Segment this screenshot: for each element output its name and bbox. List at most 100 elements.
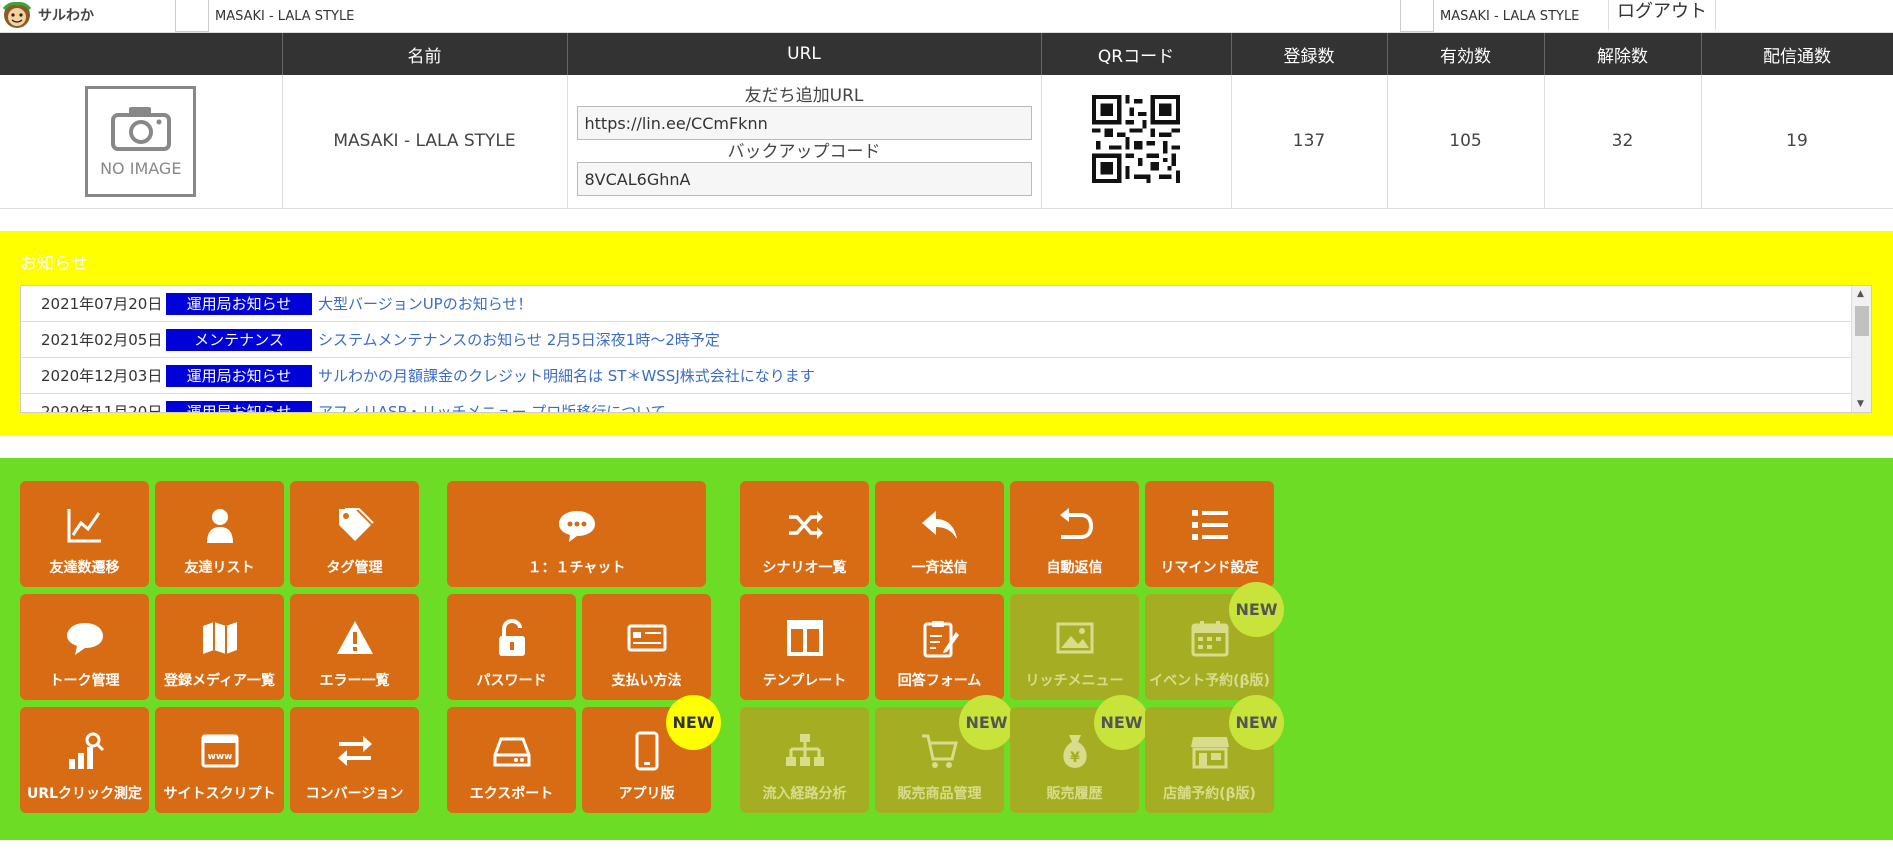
notice-link[interactable]: システムメンテナンスのお知らせ 2月5日深夜1時～2時予定	[318, 329, 720, 350]
camera-icon	[110, 106, 171, 151]
registered-count: 137	[1231, 75, 1388, 209]
tile-label: アプリ版	[618, 786, 675, 802]
auto-reply-button[interactable]: 自動返信	[1010, 481, 1139, 587]
tag-manage-button[interactable]: タグ管理	[290, 481, 419, 587]
return-arrow-icon	[1059, 508, 1093, 539]
list-icon	[1191, 510, 1228, 540]
tile-label: イベント予約(β版)	[1149, 673, 1270, 689]
tile-label: 一斉送信	[911, 560, 968, 576]
payment-method-button[interactable]: 支払い方法	[582, 594, 711, 700]
tile-label: 支払い方法	[611, 673, 682, 689]
scroll-up-icon[interactable]: ▲	[1857, 289, 1864, 299]
money-bag-icon: ¥	[1062, 735, 1087, 768]
media-list-button[interactable]: 登録メディア一覧	[155, 594, 284, 700]
notice-link[interactable]: サルわかの月額課金のクレジット明細名は ST＊WSSJ株式会社になります	[318, 365, 815, 386]
no-image-label: NO IMAGE	[100, 158, 182, 178]
tile-label: トーク管理	[49, 673, 120, 689]
error-list-button[interactable]: エラー一覧	[290, 594, 419, 700]
account-info[interactable]: MASAKI - LALA STYLE	[1400, 0, 1579, 32]
credit-card-icon	[627, 624, 666, 652]
account-selector[interactable]: MASAKI - LALA STYLE	[175, 0, 354, 32]
monkey-logo-icon	[2, 2, 32, 28]
broadcast-button[interactable]: 一斉送信	[875, 481, 1004, 587]
notice-link[interactable]: 大型バージョンUPのお知らせ！	[318, 293, 532, 314]
sitemap-icon	[785, 734, 824, 766]
tag-icon	[338, 508, 374, 541]
new-badge: NEW	[1229, 695, 1284, 750]
speech-bubble-icon	[66, 623, 103, 655]
tile-label: サイトスクリプト	[163, 786, 276, 802]
tile-label: パスワード	[476, 673, 547, 689]
logout-button[interactable]: ログアウト	[1608, 0, 1716, 30]
swap-arrows-icon	[337, 736, 372, 766]
tile-label: リッチメニュー	[1025, 673, 1124, 689]
smartphone-icon	[635, 731, 658, 771]
template-button[interactable]: テンプレート	[740, 594, 869, 700]
rich-menu-button[interactable]: リッチメニュー	[1010, 594, 1139, 700]
notice-scrollbar[interactable]: ▲ ▼	[1851, 286, 1871, 412]
store-icon	[1190, 737, 1229, 769]
notice-link[interactable]: アフィリASP・リッチメニュー プロ版移行について	[318, 401, 666, 412]
calendar-icon	[1191, 621, 1228, 657]
list-item[interactable]: 2021年07月20日 運用局お知らせ 大型バージョンUPのお知らせ！	[21, 286, 1871, 322]
answer-form-button[interactable]: 回答フォーム	[875, 594, 1004, 700]
conversion-button[interactable]: コンバージョン	[290, 707, 419, 813]
friend-list-button[interactable]: 友達リスト	[155, 481, 284, 587]
inflow-analysis-button[interactable]: 流入経路分析	[740, 707, 869, 813]
backup-code-field[interactable]	[576, 162, 1032, 197]
list-item[interactable]: 2020年11月20日 運用局お知らせ アフィリASP・リッチメニュー プロ版移…	[21, 394, 1871, 412]
tile-label: 流入経路分析	[762, 786, 847, 802]
chat-bubble-icon	[558, 511, 595, 542]
qr-code-icon[interactable]	[1092, 94, 1180, 183]
notice-category-badge: 運用局お知らせ	[166, 364, 312, 387]
warning-icon	[336, 621, 373, 654]
friend-trend-button[interactable]: 友達数遷移	[20, 481, 149, 587]
url-cell: 友だち追加URL バックアップコード	[567, 75, 1042, 209]
reply-icon	[921, 511, 957, 539]
talk-manage-button[interactable]: トーク管理	[20, 594, 149, 700]
tile-label: 店舗予約(β版)	[1163, 786, 1256, 802]
col-header-deliveries: 配信通数	[1701, 33, 1893, 75]
password-button[interactable]: パスワード	[447, 594, 576, 700]
url-click-button[interactable]: URLクリック測定	[20, 707, 149, 813]
app-logo[interactable]: サルわか	[0, 0, 94, 30]
notice-date: 2020年12月03日	[41, 367, 163, 385]
map-icon	[202, 622, 237, 654]
scenario-list-button[interactable]: シナリオ一覧	[740, 481, 869, 587]
scroll-thumb[interactable]	[1855, 306, 1869, 336]
table-row: NO IMAGE MASAKI - LALA STYLE 友だち追加URL バッ…	[0, 75, 1893, 209]
site-script-button[interactable]: www サイトスクリプト	[155, 707, 284, 813]
account-thumbnail	[175, 0, 209, 32]
tile-label: タグ管理	[326, 560, 383, 576]
tile-label: 自動返信	[1046, 560, 1103, 576]
person-icon	[206, 509, 233, 543]
chat-button[interactable]: １：１チャット	[447, 481, 706, 587]
logo-text: サルわか	[38, 8, 94, 24]
svg-text:www: www	[207, 752, 232, 762]
new-badge: NEW	[959, 695, 1014, 750]
list-item[interactable]: 2021年02月05日 メンテナンス システムメンテナンスのお知らせ 2月5日深…	[21, 322, 1871, 358]
scroll-down-icon[interactable]: ▼	[1857, 399, 1864, 409]
hard-drive-icon	[493, 737, 530, 767]
tile-label: エラー一覧	[319, 673, 390, 689]
account-name: MASAKI - LALA STYLE	[215, 8, 355, 24]
col-header-url: URL	[567, 33, 1042, 75]
shopping-cart-icon	[921, 734, 958, 768]
tile-label: URLクリック測定	[26, 786, 143, 802]
friend-url-field[interactable]	[576, 106, 1032, 141]
table-header-row: 名前 URL QRコード 登録数 有効数 解除数 配信通数	[0, 33, 1893, 75]
account-name-cell: MASAKI - LALA STYLE	[282, 75, 568, 209]
list-item[interactable]: 2020年12月03日 運用局お知らせ サルわかの月額課金のクレジット明細名は …	[21, 358, 1871, 394]
clipboard-edit-icon	[923, 621, 959, 658]
account-thumbnail	[1400, 0, 1434, 32]
svg-text:¥: ¥	[1070, 750, 1080, 766]
export-button[interactable]: エクスポート	[447, 707, 576, 813]
notice-title: お知らせ	[20, 254, 88, 274]
tile-label: 販売商品管理	[897, 786, 982, 802]
col-header-active: 有効数	[1387, 33, 1545, 75]
unlock-icon	[498, 618, 525, 656]
shuffle-icon	[788, 511, 823, 539]
remind-settings-button[interactable]: リマインド設定	[1145, 481, 1274, 587]
col-header-name: 名前	[282, 33, 568, 75]
account-stats-table: 名前 URL QRコード 登録数 有効数 解除数 配信通数 NO IMAGE M…	[0, 33, 1893, 209]
